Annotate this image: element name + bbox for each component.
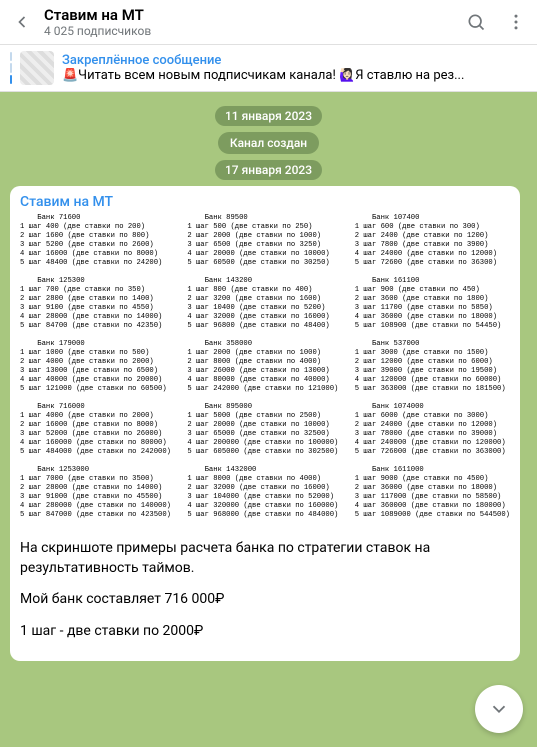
bank-block: Банк 1611000 1 шаг 9000 (две ставки по 4… (355, 466, 510, 529)
bank-block: Банк 716000 1 шаг 4000 (две ставки по 20… (20, 403, 173, 466)
bank-column: Банк 71600 1 шаг 400 (две ставки по 200)… (20, 214, 173, 529)
bank-column: Банк 107400 1 шаг 600 (две ставки по 300… (355, 214, 510, 529)
date-chip: 11 января 2023 (215, 106, 322, 126)
bank-block: Банк 1432000 1 шаг 8000 (две ставки по 4… (187, 466, 340, 529)
bank-block: Банк 89500 1 шаг 500 (две ставки по 250)… (187, 214, 340, 277)
pinned-preview: 🚨Читать всем новым подписчикам канала! 🙋… (62, 68, 527, 83)
bank-block: Банк 895000 1 шаг 5000 (две ставки по 25… (187, 403, 340, 466)
message-body: На скриншоте примеры расчета банка по ст… (20, 539, 510, 641)
message-text: Мой банк составляет 716 000₽ (20, 590, 510, 610)
pinned-indicator (10, 52, 12, 84)
message-text: 1 шаг - две ставки по 2000₽ (20, 622, 510, 642)
bank-block: Банк 1253000 1 шаг 7000 (две ставки по 3… (20, 466, 173, 529)
bank-block: Банк 125300 1 шаг 700 (две ставки по 350… (20, 277, 173, 340)
bank-block: Банк 71600 1 шаг 400 (две ставки по 200)… (20, 214, 173, 277)
bank-block: Банк 1074000 1 шаг 6000 (две ставки по 3… (355, 403, 510, 466)
message-sender: Ставим на МТ (20, 194, 510, 210)
pinned-thumbnail (20, 51, 54, 85)
back-icon[interactable] (10, 10, 34, 34)
bank-column: Банк 89500 1 шаг 500 (две ставки по 250)… (187, 214, 340, 529)
attachment-image[interactable]: Банк 71600 1 шаг 400 (две ставки по 200)… (20, 214, 510, 529)
channel-title-block[interactable]: Ставим на МТ 4 025 подписчиков (44, 6, 447, 38)
bank-block: Банк 358000 1 шаг 2000 (две ставки по 10… (187, 340, 340, 403)
bank-block: Банк 161100 1 шаг 900 (две ставки по 450… (355, 277, 510, 340)
channel-header: Ставим на МТ 4 025 подписчиков (0, 0, 537, 45)
bank-block: Банк 107400 1 шаг 600 (две ставки по 300… (355, 214, 510, 277)
pinned-title: Закреплённое сообщение (62, 53, 527, 68)
more-icon[interactable] (505, 11, 527, 33)
bank-block: Банк 537000 1 шаг 3000 (две ставки по 15… (355, 340, 510, 403)
subscriber-count: 4 025 подписчиков (44, 24, 447, 38)
bank-block: Банк 179000 1 шаг 1000 (две ставки по 50… (20, 340, 173, 403)
date-chip: 17 января 2023 (215, 160, 322, 180)
pinned-message[interactable]: Закреплённое сообщение 🚨Читать всем новы… (0, 45, 537, 92)
pinned-text: Закреплённое сообщение 🚨Читать всем новы… (62, 53, 527, 83)
message-bubble[interactable]: Ставим на МТ Банк 71600 1 шаг 400 (две с… (10, 186, 520, 661)
message-text: На скриншоте примеры расчета банка по ст… (20, 539, 510, 578)
channel-name: Ставим на МТ (44, 6, 447, 24)
search-icon[interactable] (465, 11, 487, 33)
scroll-down-button[interactable] (475, 685, 523, 733)
chat-area: 11 января 2023 Канал создан 17 января 20… (0, 92, 537, 747)
bank-block: Банк 143200 1 шаг 800 (две ставки по 400… (187, 277, 340, 340)
service-message: Канал создан (218, 132, 319, 154)
